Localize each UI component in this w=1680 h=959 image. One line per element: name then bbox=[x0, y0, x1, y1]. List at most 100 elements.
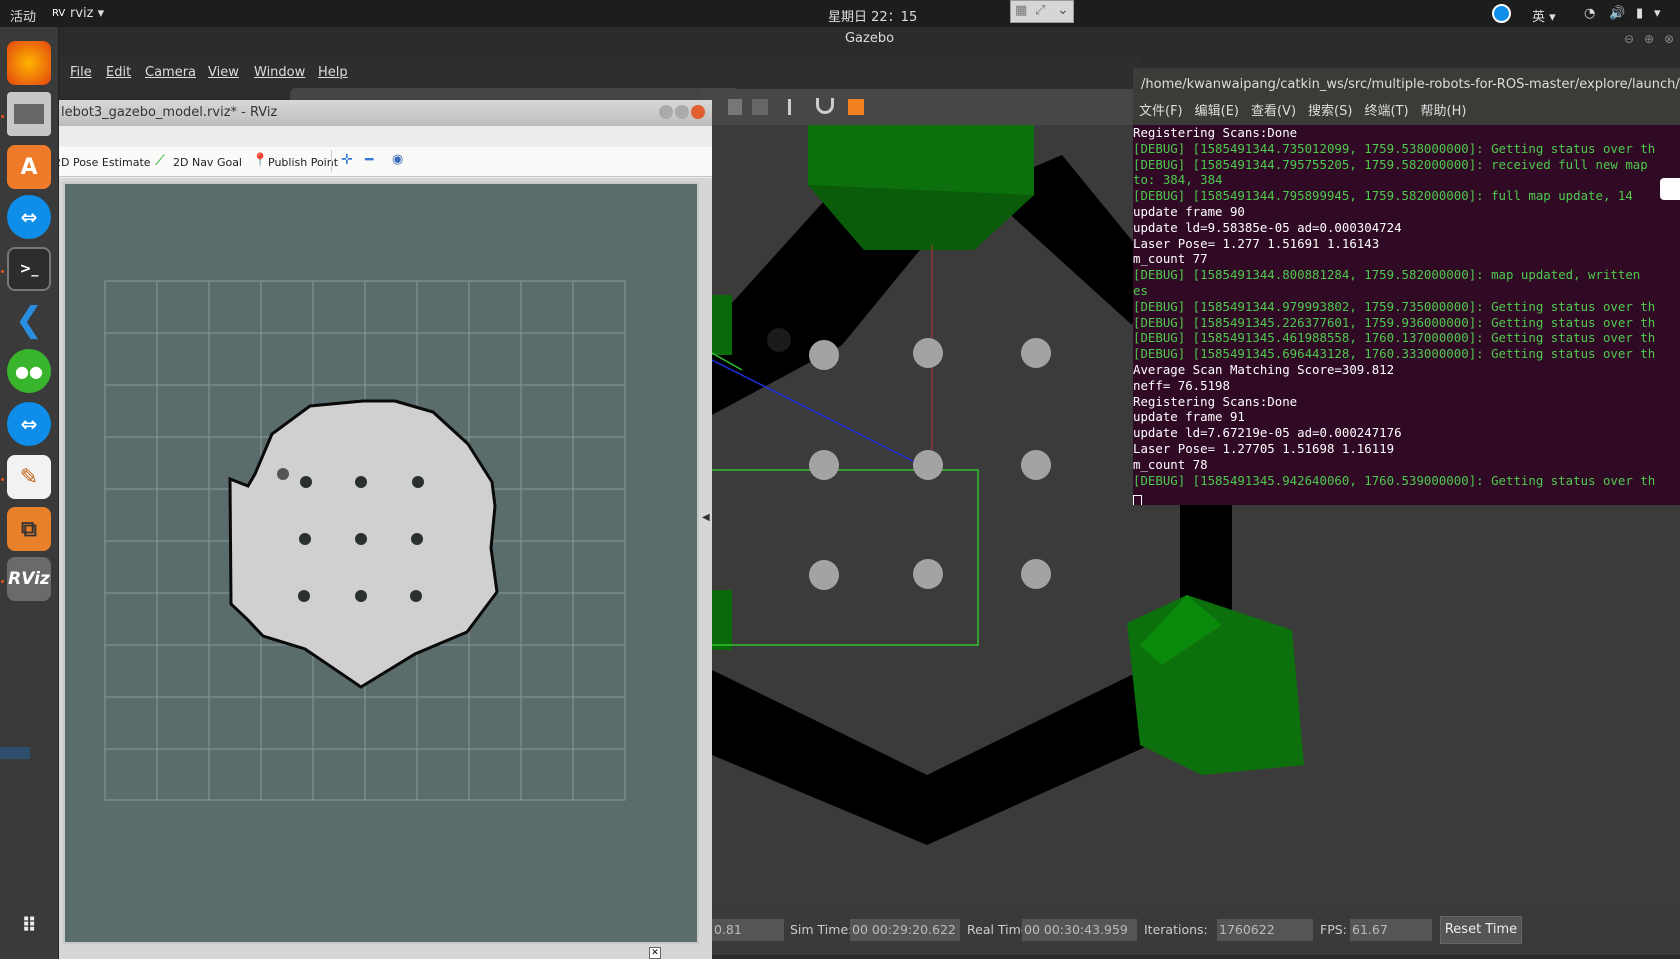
screen-tool-widget[interactable]: ▦ ⤢ ⌄ bbox=[1010, 0, 1074, 23]
obstacle bbox=[299, 533, 311, 545]
expand-icon[interactable]: ⤢ bbox=[1035, 3, 1045, 18]
virtualbox-icon[interactable]: ⧉ bbox=[7, 507, 51, 551]
rviz-map-view[interactable] bbox=[63, 182, 699, 944]
cylinder bbox=[1021, 450, 1051, 480]
wifi-icon[interactable]: ◔ bbox=[1584, 6, 1595, 21]
minimize-icon[interactable] bbox=[659, 105, 673, 119]
rviz-title: lebot3_gazebo_model.rviz* - RViz bbox=[61, 105, 278, 120]
pose-estimate-tool[interactable]: 2D Pose Estimate bbox=[54, 156, 151, 169]
add-tool-icon[interactable]: ✛ bbox=[341, 152, 353, 168]
vscode-icon[interactable]: ❮ bbox=[7, 298, 51, 342]
firefox-icon[interactable] bbox=[7, 41, 51, 85]
terminal-window[interactable]: /home/kwanwaipang/catkin_ws/src/multiple… bbox=[1133, 68, 1680, 505]
cylinder-grid bbox=[809, 338, 1051, 590]
collapse-arrow-icon[interactable]: ◀ bbox=[702, 512, 710, 523]
terminal-line: [DEBUG] [1585491344.735012099, 1759.5380… bbox=[1133, 140, 1656, 156]
close-panel-icon[interactable]: ✕ bbox=[649, 947, 661, 959]
gazebo-statusbar: 0.81 Sim Time: 00 00:29:20.622 Real Time… bbox=[712, 905, 1680, 955]
terminal-line: update ld=9.58385e-05 ad=0.000304724 bbox=[1133, 219, 1402, 235]
close-icon[interactable] bbox=[691, 105, 705, 119]
align-icon[interactable] bbox=[788, 99, 804, 115]
publish-point-tool[interactable]: Publish Point bbox=[268, 156, 338, 169]
term-menu-help[interactable]: 帮助(H) bbox=[1421, 104, 1467, 119]
terminal-line: [DEBUG] [1585491344.795899945, 1759.5820… bbox=[1133, 188, 1633, 204]
rviz-side-splitter[interactable]: ◀ bbox=[700, 182, 712, 944]
terminal-line: [DEBUG] [1585491344.800881284, 1759.5820… bbox=[1133, 267, 1641, 283]
obstacle bbox=[355, 476, 367, 488]
reset-time-button[interactable]: Reset Time bbox=[1440, 916, 1522, 944]
gazebo-menubar: File Edit Camera View Window Help bbox=[59, 55, 1139, 89]
terminal-output[interactable]: Registering Scans:Done [DEBUG] [158549134… bbox=[1133, 125, 1680, 505]
chevron-down-icon[interactable]: ⌄ bbox=[1057, 2, 1069, 18]
term-menu-view[interactable]: 查看(V) bbox=[1251, 104, 1296, 119]
rviz-icon[interactable]: RViz bbox=[7, 557, 51, 601]
terminal-cursor bbox=[1133, 495, 1142, 505]
minimize-icon[interactable]: ⊖ bbox=[1624, 27, 1634, 51]
close-icon[interactable]: ⊗ bbox=[1664, 27, 1674, 51]
teamviewer-icon[interactable]: ⇔ bbox=[7, 195, 51, 239]
terminal-line: [DEBUG] [1585491345.226377601, 1759.9360… bbox=[1133, 314, 1656, 330]
rviz-tools-panel: 2D Pose Estimate ⟋ 2D Nav Goal 📍 Publish… bbox=[54, 147, 712, 177]
gazebo-toolbar bbox=[700, 89, 1140, 125]
text-editor-icon[interactable]: ✎ bbox=[7, 455, 51, 499]
battery-icon[interactable]: ▮ bbox=[1636, 6, 1643, 21]
gazebo-titlebar: Gazebo ⊖ ⊕ ⊗ bbox=[59, 27, 1680, 55]
term-menu-search[interactable]: 搜索(S) bbox=[1308, 104, 1352, 119]
maximize-icon[interactable] bbox=[675, 105, 689, 119]
app-menu[interactable]: rviz ▾ bbox=[70, 6, 104, 21]
menu-help[interactable]: Help bbox=[318, 65, 348, 80]
software-center-icon[interactable]: A bbox=[7, 145, 51, 189]
app-menu-label: rviz bbox=[70, 6, 94, 21]
running-indicator bbox=[1, 580, 4, 583]
menu-edit[interactable]: Edit bbox=[106, 65, 131, 80]
term-menu-file[interactable]: 文件(F) bbox=[1139, 104, 1183, 119]
copy-icon[interactable] bbox=[728, 99, 742, 115]
teamviewer2-icon[interactable]: ⇔ bbox=[7, 402, 51, 446]
terminal-line: update frame 90 bbox=[1133, 203, 1245, 219]
iterations-value: 1760622 bbox=[1217, 919, 1313, 941]
nav-goal-tool[interactable]: 2D Nav Goal bbox=[173, 156, 242, 169]
robot-model bbox=[767, 328, 791, 352]
volume-icon[interactable]: 🔊 bbox=[1609, 6, 1625, 21]
maximize-icon[interactable]: ⊕ bbox=[1644, 27, 1654, 51]
sim-time-value: 00 00:29:20.622 bbox=[850, 919, 960, 941]
menu-view[interactable]: View bbox=[208, 65, 239, 80]
show-apps-icon[interactable]: ⠿ bbox=[7, 903, 51, 947]
term-menu-edit[interactable]: 编辑(E) bbox=[1195, 104, 1239, 119]
green-pillar-edge bbox=[712, 295, 732, 355]
snap-icon[interactable] bbox=[816, 98, 834, 114]
term-menu-terminal[interactable]: 终端(T) bbox=[1364, 104, 1408, 119]
input-method-label: 英 bbox=[1532, 10, 1546, 25]
teamviewer-tray-icon[interactable] bbox=[1492, 4, 1511, 23]
menu-camera[interactable]: Camera bbox=[145, 65, 196, 80]
paste-icon[interactable] bbox=[752, 99, 768, 115]
activities-button[interactable]: 活动 bbox=[10, 6, 36, 25]
menu-file[interactable]: File bbox=[70, 65, 92, 80]
cylinder bbox=[809, 560, 839, 590]
obstacle bbox=[355, 590, 367, 602]
obstacle bbox=[411, 533, 423, 545]
dock: A ⇔ >_ ❮ ●● ⇔ ✎ ⧉ RViz ⠿ bbox=[0, 27, 59, 959]
clock[interactable]: 星期日 22：15 bbox=[828, 6, 917, 25]
change-view-icon[interactable] bbox=[848, 99, 864, 115]
menu-window[interactable]: Window bbox=[254, 65, 305, 80]
terminal-line: Average Scan Matching Score=309.812 bbox=[1133, 361, 1395, 377]
system-menu-chevron-icon[interactable]: ▾ bbox=[1654, 6, 1661, 21]
terminal-icon[interactable]: >_ bbox=[7, 247, 51, 291]
terminal-line: es bbox=[1133, 282, 1148, 298]
files-icon[interactable] bbox=[7, 92, 51, 136]
partial-field: 0.81 bbox=[712, 919, 784, 941]
wechat-icon[interactable]: ●● bbox=[7, 349, 51, 393]
wall-segment bbox=[712, 665, 1172, 845]
nav-goal-icon: ⟋ bbox=[155, 153, 165, 169]
teamviewer-side-icon[interactable] bbox=[1660, 178, 1680, 200]
grid-icon[interactable]: ▦ bbox=[1015, 3, 1027, 18]
remove-tool-icon[interactable]: ━ bbox=[365, 152, 373, 168]
green-outline bbox=[712, 469, 979, 646]
rviz-titlebar: rt lebot3_gazebo_model.rviz* - RViz bbox=[45, 100, 712, 126]
input-method[interactable]: 英 ▾ bbox=[1532, 6, 1556, 25]
robot-marker bbox=[277, 468, 289, 480]
view-tool-icon[interactable]: ◉ bbox=[392, 152, 403, 167]
rviz-window: rt lebot3_gazebo_model.rviz* - RViz 2D P… bbox=[45, 100, 712, 959]
obstacle bbox=[298, 590, 310, 602]
